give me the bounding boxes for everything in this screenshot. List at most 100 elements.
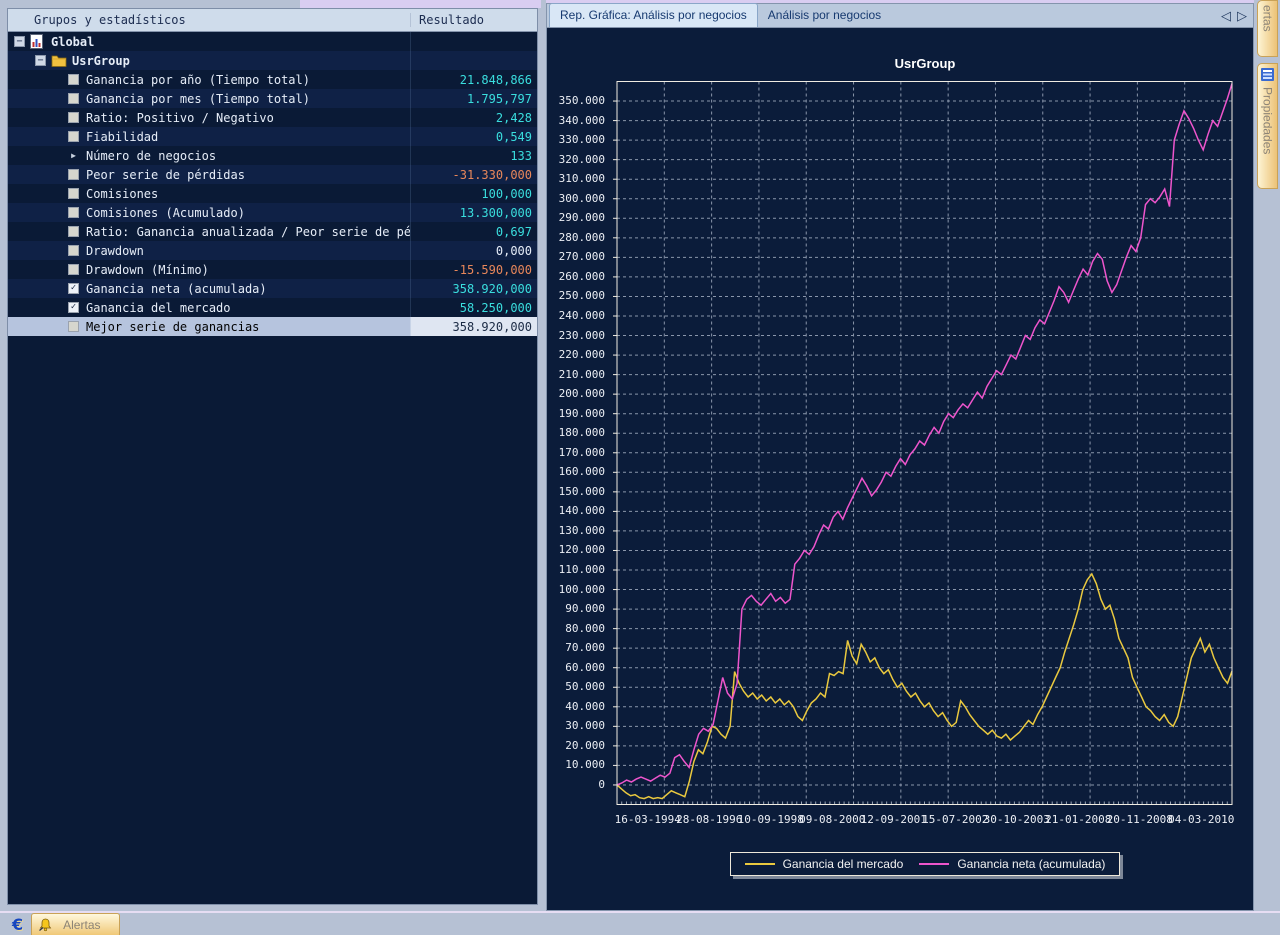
legend-label-market: Ganancia del mercado [783,857,904,871]
chart-legend: Ganancia del mercado Ganancia neta (acum… [617,852,1233,876]
table-row[interactable]: ✓ Ganancia del mercado 58.250,000 [8,298,537,317]
y-axis-tick-label: 10.000 [549,759,605,771]
checkbox[interactable] [68,207,79,218]
checkbox[interactable]: ✓ [68,302,79,313]
tab-graphic-report[interactable]: Rep. Gráfica: Análisis por negocios [549,3,758,27]
table-row[interactable]: Comisiones (Acumulado) 13.300,000 [8,203,537,222]
stat-label: Peor serie de pérdidas [86,168,245,182]
y-axis-tick-label: 350.000 [549,95,605,107]
table-row[interactable]: Ratio: Ganancia anualizada / Peor serie … [8,222,537,241]
checkbox[interactable] [68,169,79,180]
y-axis-tick-label: 0 [549,779,605,791]
table-row[interactable]: Comisiones100,000 [8,184,537,203]
y-axis-tick-label: 60.000 [549,662,605,674]
y-axis-tick-label: 180.000 [549,427,605,439]
y-axis-tick-label: 110.000 [549,564,605,576]
stat-label: Número de negocios [86,149,216,163]
table-row[interactable]: ✓Ganancia neta (acumulada)358.920,000 [8,279,537,298]
tab-trade-analysis[interactable]: Análisis por negocios [758,4,891,27]
stat-label: Ganancia por mes (Tiempo total) [86,92,310,106]
x-axis-tick-label: 09-08-2000 [799,813,865,826]
checkbox[interactable] [68,245,79,256]
table-row[interactable]: Mejor serie de ganancias358.920,000 [8,317,537,336]
checkbox[interactable] [68,321,79,332]
report-panel: Rep. Gráfica: Análisis por negocios Anál… [546,0,1254,911]
y-axis-tick-label: 280.000 [549,232,605,244]
stat-label: Ganancia del mercado [86,301,231,315]
table-row[interactable]: Ganancia por mes (Tiempo total)1.795,797 [8,89,537,108]
table-row[interactable]: Drawdown (Mínimo)-15.590,000 [8,260,537,279]
stat-value: 358.920,000 [410,279,537,298]
x-axis-tick-label: 28-08-1996 [676,813,742,826]
checkbox[interactable] [68,112,79,123]
statistics-header-row: Grupos y estadísticos Resultado [8,9,537,32]
tab-navigation: ◁▷ [1215,8,1247,24]
legend-box: Ganancia del mercado Ganancia neta (acum… [730,852,1121,876]
side-tab-properties-label: Propiedades [1261,87,1275,154]
y-axis-tick-label: 260.000 [549,271,605,283]
euro-icon[interactable]: € [12,915,23,934]
alerts-bottom-tab[interactable]: Alertas [31,913,119,935]
expand-arrow-icon[interactable]: ▶ [68,151,79,160]
stat-value: 13.300,000 [410,203,537,222]
stat-label: UsrGroup [72,54,130,68]
prev-tab-icon[interactable]: ◁ [1221,8,1231,23]
stat-label: Ratio: Positivo / Negativo [86,111,274,125]
table-row[interactable]: Drawdown 0,000 [8,241,537,260]
x-axis-tick-label: 15-07-2002 [922,813,988,826]
y-axis-tick-label: 20.000 [549,740,605,752]
chart-doc-icon [30,34,47,49]
result-column-header: Resultado [410,13,537,27]
checkbox[interactable] [68,74,79,85]
checkbox[interactable] [68,188,79,199]
y-axis-tick-label: 120.000 [549,544,605,556]
stat-label: Drawdown [86,244,144,258]
table-row[interactable]: ▶ Número de negocios 133 [8,146,537,165]
stat-label: Ratio: Ganancia anualizada / Peor serie … [86,225,410,239]
table-row[interactable]: − Global [8,32,537,51]
stat-value: 2,428 [410,108,537,127]
side-tab-alerts-label: ertas [1261,5,1275,32]
stat-label: Fiabilidad [86,130,158,144]
chart-area: UsrGroup 010.00020.00030.00040.00050.000… [546,28,1254,911]
legend-item-net: Ganancia neta (acumulada) [919,857,1105,871]
checkbox[interactable] [68,131,79,142]
y-axis-tick-label: 320.000 [549,154,605,166]
table-row[interactable]: Ratio: Positivo / Negativo 2,428 [8,108,537,127]
x-axis-tick-label: 04-03-2010 [1168,813,1234,826]
legend-item-market: Ganancia del mercado [745,857,904,871]
checkbox[interactable]: ✓ [68,283,79,294]
table-row[interactable]: Peor serie de pérdidas-31.330,000 [8,165,537,184]
checkbox[interactable] [68,264,79,275]
y-axis-tick-label: 290.000 [549,212,605,224]
side-tab-properties[interactable]: Propiedades [1257,63,1278,189]
checkbox[interactable] [68,226,79,237]
y-axis-tick-label: 100.000 [549,584,605,596]
y-axis-tick-label: 80.000 [549,623,605,635]
table-row[interactable]: Fiabilidad 0,549 [8,127,537,146]
stat-label: Ganancia por año (Tiempo total) [86,73,310,87]
stat-value: 0,549 [410,127,537,146]
stat-value: 133 [410,146,537,165]
collapse-minus-icon[interactable]: − [14,36,25,47]
checkbox[interactable] [68,93,79,104]
window-top-strip [300,0,541,8]
table-row[interactable]: Ganancia por año (Tiempo total)21.848,86… [8,70,537,89]
bottom-tab-bar: € Alertas [0,911,1280,935]
stat-value: 0,000 [410,241,537,260]
side-tab-alerts[interactable]: ertas [1257,0,1278,57]
stat-label: Global [51,35,94,49]
table-row[interactable]: − UsrGroup [8,51,537,70]
chart-title: UsrGroup [617,56,1233,71]
next-tab-icon[interactable]: ▷ [1237,8,1247,23]
y-axis-tick-label: 300.000 [549,193,605,205]
x-axis-tick-label: 20-11-2008 [1107,813,1173,826]
net-series-line-sample [919,863,949,865]
report-tabbar: Rep. Gráfica: Análisis por negocios Anál… [546,3,1254,28]
stat-label: Comisiones (Acumulado) [86,206,245,220]
stat-value: 58.250,000 [410,298,537,317]
bell-icon [38,918,53,932]
legend-label-net: Ganancia neta (acumulada) [957,857,1105,871]
collapse-minus-icon[interactable]: − [35,55,46,66]
stat-label: Drawdown (Mínimo) [86,263,209,277]
